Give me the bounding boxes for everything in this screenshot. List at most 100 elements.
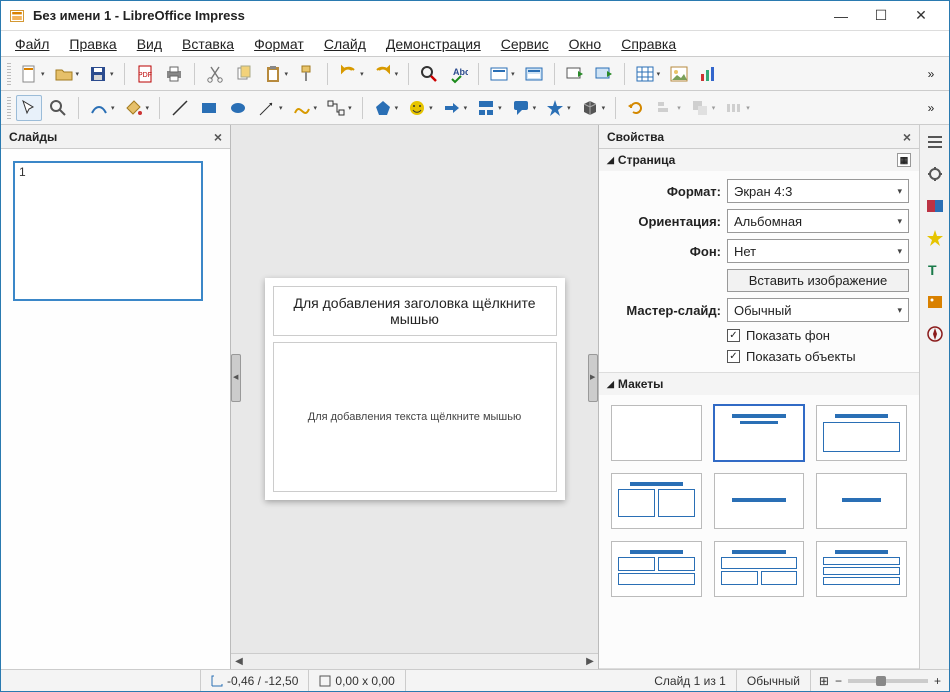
redo-button[interactable] [370, 61, 402, 87]
slide-layout-button[interactable] [486, 61, 518, 87]
export-pdf-button[interactable]: PDF [132, 61, 158, 87]
ellipse-tool[interactable] [225, 95, 251, 121]
layout-3rows[interactable] [816, 541, 907, 597]
undo-button[interactable] [335, 61, 367, 87]
block-arrows-tool[interactable] [439, 95, 471, 121]
insert-chart-button[interactable] [695, 61, 721, 87]
background-select[interactable]: Нет [727, 239, 909, 263]
fit-page-icon[interactable]: ⊞ [819, 674, 829, 688]
basic-shapes-tool[interactable] [370, 95, 402, 121]
gallery-tab-icon[interactable] [924, 291, 946, 313]
toolbar-overflow[interactable]: » [919, 95, 943, 121]
layout-blank[interactable] [611, 405, 702, 461]
layout-title-only[interactable] [714, 473, 805, 529]
copy-button[interactable] [231, 61, 257, 87]
line-color-button[interactable] [86, 95, 118, 121]
spellcheck-button[interactable]: Abc [445, 61, 471, 87]
rotate-tool[interactable] [623, 95, 649, 121]
save-button[interactable] [85, 61, 117, 87]
connector-tool[interactable] [323, 95, 355, 121]
zoom-tool[interactable] [45, 95, 71, 121]
properties-tab-icon[interactable] [924, 163, 946, 185]
toolbar-grip[interactable] [7, 63, 11, 85]
master-select[interactable]: Обычный [727, 298, 909, 322]
show-background-checkbox[interactable]: ✓Показать фон [727, 328, 909, 343]
align-tool[interactable] [652, 95, 684, 121]
maximize-button[interactable]: ☐ [861, 2, 901, 30]
toolbar-overflow[interactable]: » [919, 61, 943, 87]
layout-centered[interactable] [816, 473, 907, 529]
start-from-first-button[interactable] [562, 61, 588, 87]
line-tool[interactable] [167, 95, 193, 121]
rectangle-tool[interactable] [196, 95, 222, 121]
stars-tool[interactable] [542, 95, 574, 121]
master-slides-tab-icon[interactable]: T [924, 259, 946, 281]
curve-tool[interactable] [289, 95, 321, 121]
menu-file[interactable]: Файл [7, 33, 57, 55]
navigator-tab-icon[interactable] [924, 323, 946, 345]
format-select[interactable]: Экран 4:3 [727, 179, 909, 203]
page-section-header[interactable]: ◢Страница ▦ [599, 149, 919, 171]
master-slide-button[interactable] [521, 61, 547, 87]
distribute-tool[interactable] [721, 95, 753, 121]
sidebar-menu-icon[interactable] [924, 131, 946, 153]
toolbar-grip[interactable] [7, 97, 11, 119]
start-from-current-button[interactable] [591, 61, 617, 87]
slide-transition-tab-icon[interactable] [924, 195, 946, 217]
menu-window[interactable]: Окно [561, 33, 610, 55]
insert-table-button[interactable] [632, 61, 664, 87]
layout-title-content-2[interactable] [816, 405, 907, 461]
cut-button[interactable] [202, 61, 228, 87]
close-button[interactable]: ✕ [901, 2, 941, 30]
menu-insert[interactable]: Вставка [174, 33, 242, 55]
layout-two-content[interactable] [611, 473, 702, 529]
content-placeholder[interactable]: Для добавления текста щёлкните мышью [273, 342, 557, 492]
close-slides-panel[interactable]: × [214, 129, 222, 145]
menu-slideshow[interactable]: Демонстрация [378, 33, 489, 55]
master-name[interactable]: Обычный [737, 670, 811, 691]
print-button[interactable] [161, 61, 187, 87]
menu-format[interactable]: Формат [246, 33, 312, 55]
insert-image-button[interactable] [666, 61, 692, 87]
title-placeholder[interactable]: Для добавления заголовка щёлкните мышью [273, 286, 557, 336]
open-button[interactable] [51, 61, 83, 87]
slide-number: 1 [19, 165, 26, 179]
slide-counter[interactable]: Слайд 1 из 1 [644, 670, 737, 691]
3d-tool[interactable] [577, 95, 609, 121]
callout-tool[interactable] [508, 95, 540, 121]
layouts-section-header[interactable]: ◢Макеты [599, 373, 919, 395]
paste-button[interactable] [260, 61, 292, 87]
panel-collapse-right[interactable] [588, 354, 598, 402]
close-properties-panel[interactable]: × [903, 129, 911, 145]
animation-tab-icon[interactable] [924, 227, 946, 249]
insert-image-button[interactable]: Вставить изображение [727, 269, 909, 292]
flowchart-tool[interactable] [473, 95, 505, 121]
symbol-shapes-tool[interactable] [404, 95, 436, 121]
arrow-line-tool[interactable] [254, 95, 286, 121]
page-section-more-icon[interactable]: ▦ [897, 153, 911, 167]
menu-help[interactable]: Справка [613, 33, 684, 55]
arrange-tool[interactable] [687, 95, 719, 121]
zoom-slider[interactable] [848, 679, 928, 683]
slide-thumbnail[interactable]: 1 [13, 161, 203, 301]
layout-title-content[interactable] [714, 405, 805, 461]
layout-1over2[interactable] [714, 541, 805, 597]
show-objects-checkbox[interactable]: ✓Показать объекты [727, 349, 909, 364]
horizontal-scrollbar[interactable]: ◀▶ [231, 653, 598, 669]
menu-edit[interactable]: Правка [61, 33, 124, 55]
zoom-out-button[interactable]: − [835, 674, 842, 688]
select-tool[interactable] [16, 95, 42, 121]
new-button[interactable] [16, 61, 48, 87]
menu-slide[interactable]: Слайд [316, 33, 374, 55]
zoom-in-button[interactable]: + [934, 674, 941, 688]
orientation-select[interactable]: Альбомная [727, 209, 909, 233]
clone-format-button[interactable] [294, 61, 320, 87]
panel-collapse-left[interactable] [231, 354, 241, 402]
minimize-button[interactable]: — [821, 2, 861, 30]
fill-color-button[interactable] [121, 95, 153, 121]
menu-view[interactable]: Вид [129, 33, 170, 55]
find-replace-button[interactable] [416, 61, 442, 87]
layout-2over1[interactable] [611, 541, 702, 597]
slide-canvas[interactable]: Для добавления заголовка щёлкните мышью … [265, 278, 565, 500]
menu-tools[interactable]: Сервис [493, 33, 557, 55]
